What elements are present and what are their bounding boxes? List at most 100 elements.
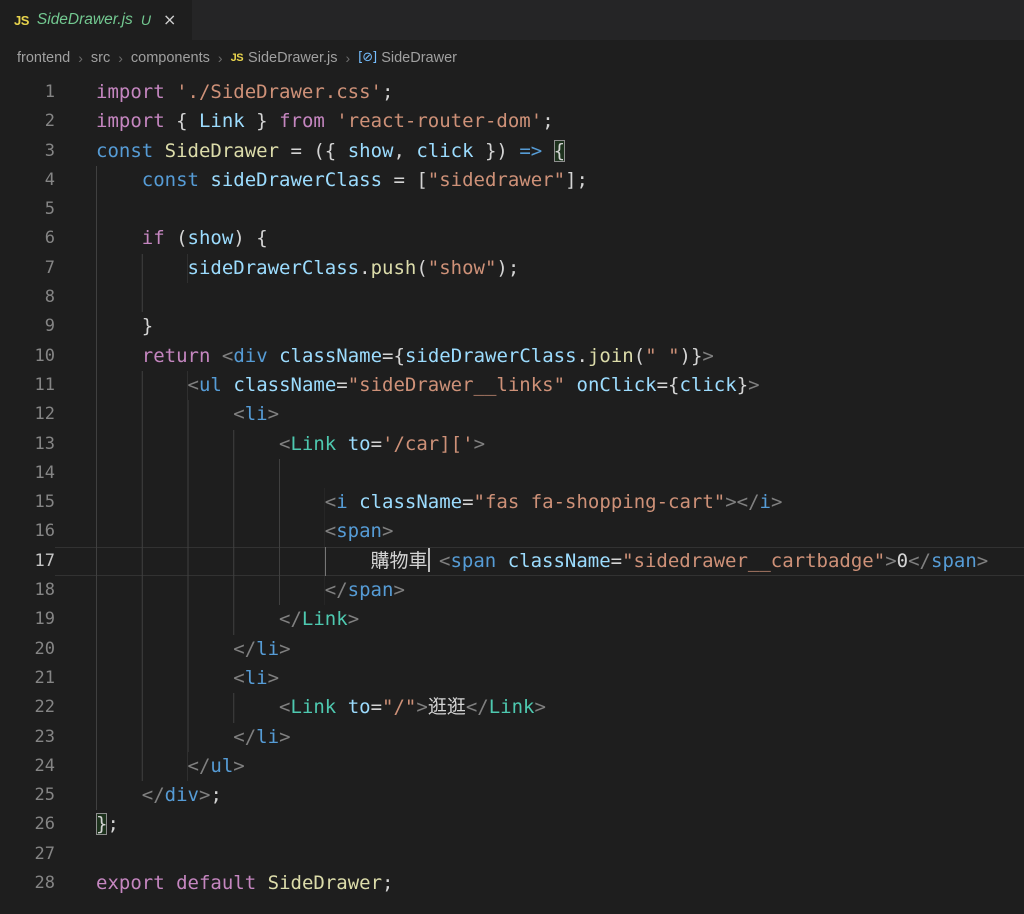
tab-file-name: SideDrawer.js	[36, 11, 133, 28]
code-line-content[interactable]: import './SideDrawer.css';	[55, 78, 1024, 107]
code-line-content[interactable]: 購物車 <span className="sidedrawer__cartbad…	[55, 546, 1024, 577]
code-line[interactable]: 10 return <div className={sideDrawerClas…	[0, 341, 1024, 371]
code-line-content[interactable]: const sideDrawerClass = ["sidedrawer"];	[55, 165, 1024, 196]
code-line-content[interactable]: </span>	[55, 576, 1024, 606]
line-number: 12	[34, 404, 55, 425]
line-number: 24	[34, 755, 55, 776]
code-line-content[interactable]: import { Link } from 'react-router-dom';	[55, 107, 1024, 136]
line-number: 20	[34, 638, 55, 659]
code-line-content[interactable]	[55, 840, 1024, 869]
line-number: 7	[44, 257, 55, 278]
breadcrumb-symbol-name: SideDrawer	[381, 49, 457, 66]
code-line[interactable]: 11 <ul className="sideDrawer__links" onC…	[0, 370, 1024, 401]
code-line-content[interactable]: const SideDrawer = ({ show, click }) => …	[55, 137, 1024, 166]
code-line-content[interactable]: <li>	[55, 663, 1024, 694]
code-line-content[interactable]: <Link to="/">逛逛</Link>	[55, 693, 1024, 723]
breadcrumb-item-file[interactable]: JS SideDrawer.js	[231, 50, 338, 66]
code-line-content[interactable]: </li>	[55, 634, 1024, 664]
git-untracked-badge: U	[140, 12, 151, 28]
line-number: 13	[34, 433, 55, 454]
line-number: 2	[44, 111, 55, 132]
line-number: 10	[34, 345, 55, 366]
code-line[interactable]: 24 </ul>	[0, 751, 1024, 782]
code-line-content[interactable]: sideDrawerClass.push("show");	[55, 253, 1024, 284]
breadcrumb-item-frontend[interactable]: frontend	[17, 50, 70, 66]
line-number: 21	[34, 667, 55, 688]
line-number: 4	[44, 169, 55, 190]
code-line[interactable]: 13 <Link to='/car]['>	[0, 429, 1024, 459]
breadcrumb-item-symbol[interactable]: [⊘] SideDrawer	[358, 50, 457, 66]
code-line-content[interactable]: return <div className={sideDrawerClass.j…	[55, 341, 1024, 371]
code-line[interactable]: 21 <li>	[0, 663, 1024, 694]
breadcrumb-item-src[interactable]: src	[91, 50, 110, 66]
line-number: 14	[34, 462, 55, 483]
close-icon[interactable]: ×	[163, 12, 176, 28]
chevron-right-icon: ›	[118, 49, 123, 66]
chevron-right-icon: ›	[345, 49, 351, 66]
code-line-content[interactable]: </div>;	[55, 781, 1024, 811]
code-line[interactable]: 3 const SideDrawer = ({ show, click }) =>…	[0, 137, 1024, 166]
code-line-content[interactable]: if (show) {	[55, 224, 1024, 254]
breadcrumb-item-components[interactable]: components	[131, 50, 210, 66]
code-line[interactable]: 7 sideDrawerClass.push("show");	[0, 253, 1024, 284]
javascript-file-icon: JS	[230, 51, 244, 64]
chevron-right-icon: ›	[217, 49, 223, 66]
code-line[interactable]: 2 import { Link } from 'react-router-dom'…	[0, 107, 1024, 136]
line-number: 6	[44, 228, 55, 249]
bracket-match-highlight: }	[96, 813, 108, 836]
code-line-content[interactable]: export default SideDrawer;	[55, 869, 1024, 898]
code-line-content[interactable]: <span>	[55, 517, 1024, 547]
line-number: 9	[44, 316, 55, 337]
code-line[interactable]: 20 </li>	[0, 634, 1024, 664]
code-line[interactable]: 14	[0, 458, 1024, 489]
code-line[interactable]: 4 const sideDrawerClass = ["sidedrawer"]…	[0, 165, 1024, 196]
code-line[interactable]: 9 }	[0, 312, 1024, 342]
code-line[interactable]: 5	[0, 195, 1024, 225]
line-number: 22	[34, 697, 55, 718]
code-line-content[interactable]: <i className="fas fa-shopping-cart"></i>	[55, 488, 1024, 518]
line-number: 23	[34, 726, 55, 747]
breadcrumb: frontend › src › components › JS SideDra…	[0, 40, 1024, 75]
line-number: 11	[34, 374, 55, 395]
line-number: 8	[44, 287, 55, 308]
code-line-content[interactable]: </Link>	[55, 605, 1024, 635]
code-line-content[interactable]	[55, 458, 1024, 489]
code-line[interactable]: 26};	[0, 810, 1024, 839]
code-line[interactable]: 12 <li>	[0, 400, 1024, 430]
line-number: 3	[44, 140, 55, 161]
line-number: 17	[34, 550, 55, 571]
line-number: 28	[34, 873, 55, 894]
tab-sidedrawer[interactable]: JS SideDrawer.js U ×	[0, 0, 192, 40]
code-line[interactable]: 19 </Link>	[0, 605, 1024, 635]
line-number: 25	[34, 785, 55, 806]
code-line-content[interactable]: <Link to='/car]['>	[55, 429, 1024, 459]
line-number: 16	[34, 521, 55, 542]
code-line[interactable]: 16 <span>	[0, 517, 1024, 547]
chevron-right-icon: ›	[78, 49, 83, 66]
symbol-variable-icon: [⊘]	[358, 50, 377, 65]
code-line[interactable]: 18 </span>	[0, 576, 1024, 606]
code-line-content[interactable]	[55, 195, 1024, 225]
code-line-content[interactable]: <li>	[55, 400, 1024, 430]
code-line[interactable]: 8	[0, 283, 1024, 313]
code-line-content[interactable]: }	[55, 312, 1024, 342]
code-line-content[interactable]: <ul className="sideDrawer__links" onClic…	[55, 370, 1024, 401]
code-line-content[interactable]: </li>	[55, 722, 1024, 752]
code-line-content[interactable]	[55, 283, 1024, 313]
line-number: 26	[34, 814, 55, 835]
code-line[interactable]: 27	[0, 840, 1024, 869]
line-number: 15	[34, 492, 55, 513]
code-line[interactable]: 1 import './SideDrawer.css';	[0, 78, 1024, 107]
code-line[interactable]: 6 if (show) {	[0, 224, 1024, 254]
code-line[interactable]: 22 <Link to="/">逛逛</Link>	[0, 693, 1024, 723]
code-editor[interactable]: 1 import './SideDrawer.css'; 2 import { Lin…	[0, 75, 1024, 898]
code-line[interactable]: 25 </div>;	[0, 781, 1024, 811]
code-line-content[interactable]: };	[55, 810, 1024, 839]
code-line[interactable]: 15 <i className="fas fa-shopping-cart"><…	[0, 488, 1024, 518]
code-line[interactable]: 23 </li>	[0, 722, 1024, 752]
code-line[interactable]: 17 購物車 <span className="sidedrawer__cart…	[0, 546, 1024, 577]
code-line-content[interactable]: </ul>	[55, 751, 1024, 782]
bracket-match-highlight: {	[553, 139, 566, 162]
line-number: 19	[34, 609, 55, 630]
code-line[interactable]: 28 export default SideDrawer;	[0, 869, 1024, 898]
